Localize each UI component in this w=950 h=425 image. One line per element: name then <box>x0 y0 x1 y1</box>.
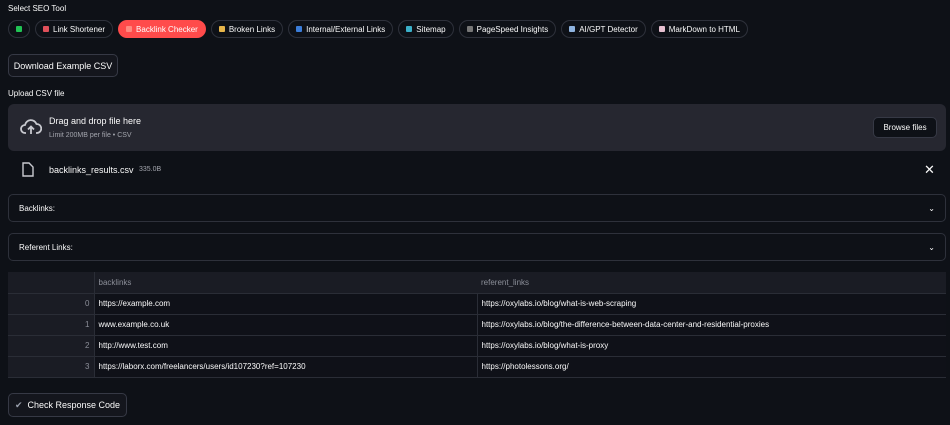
referent-links-expander[interactable]: Referent Links: ⌄ <box>8 233 946 261</box>
tool-pill-label: Link Shortener <box>53 24 106 34</box>
tool-icon <box>406 26 413 32</box>
tool-pill-label: Broken Links <box>228 24 276 34</box>
tool-icon <box>296 26 303 32</box>
tool-icon <box>218 26 225 32</box>
table-row[interactable]: 0 https://example.com https://oxylabs.io/b… <box>8 293 946 315</box>
uploaded-file-size: 335.0B <box>139 166 162 173</box>
tool-select-label: Select SEO Tool <box>8 4 67 13</box>
referent-link-cell[interactable]: https://oxylabs.io/blog/what-is-web-scra… <box>477 293 946 315</box>
checkmark-icon: ✔ <box>14 399 23 410</box>
tool-pill-ai-gpt-detector[interactable]: AI/GPT Detector <box>561 20 646 38</box>
backlinks-cell[interactable]: https://example.com <box>94 293 478 315</box>
check-response-code-button[interactable]: ✔ Check Response Code <box>8 393 127 417</box>
tool-pill-status[interactable] <box>8 20 30 38</box>
file-icon <box>22 162 34 177</box>
tool-pill-sitemap[interactable]: Sitemap <box>398 20 454 38</box>
expander-label: Backlinks: <box>19 203 56 213</box>
upload-label: Upload CSV file <box>8 89 65 98</box>
results-table[interactable]: backlinks referent_links 0 https://exampl… <box>8 272 946 378</box>
column-header-referent-links[interactable]: referent_links <box>477 272 946 294</box>
tool-pills: Link Shortener Backlink Checker Broken Lin… <box>8 20 748 38</box>
index-header <box>8 272 95 294</box>
remove-file-close-icon[interactable]: ✕ <box>924 162 935 178</box>
tool-pill-pagespeed-insights[interactable]: PageSpeed Insights <box>458 20 557 38</box>
table-row[interactable]: 1 www.example.co.uk https://oxylabs.io/blo… <box>8 314 946 336</box>
tool-icon <box>43 26 49 32</box>
uploaded-file-name: backlinks_results.csv <box>49 165 134 175</box>
chevron-down-icon: ⌄ <box>928 242 935 252</box>
table-row[interactable]: 3 https://laborx.com/freelancers/users/id… <box>8 356 946 378</box>
browse-files-button[interactable]: Browse files <box>873 117 937 138</box>
tool-pill-backlink-checker[interactable]: Backlink Checker <box>118 20 206 38</box>
row-index[interactable]: 1 <box>8 314 95 336</box>
tool-pill-internal-external-links[interactable]: Internal/External Links <box>288 20 394 38</box>
backlinks-expander[interactable]: Backlinks: ⌄ <box>8 194 946 222</box>
tool-icon <box>658 26 665 32</box>
row-index[interactable]: 0 <box>8 293 95 315</box>
table-header: backlinks referent_links <box>8 272 946 294</box>
tool-icon <box>126 26 133 32</box>
expander-label: Referent Links: <box>19 242 73 252</box>
table-row[interactable]: 2 http://www.test.com https://oxylabs.io/b… <box>8 335 946 357</box>
row-index[interactable]: 2 <box>8 335 95 357</box>
tool-pill-label: MarkDown to HTML <box>668 24 740 34</box>
backlinks-cell[interactable]: https://laborx.com/freelancers/users/id1… <box>94 356 478 378</box>
check-response-code-label: Check Response Code <box>27 400 121 410</box>
tool-icon <box>569 26 576 32</box>
tool-pill-label: PageSpeed Insights <box>476 24 549 34</box>
row-index[interactable]: 3 <box>8 356 95 378</box>
tool-pill-link-shortener[interactable]: Link Shortener <box>35 20 114 38</box>
tool-pill-label: AI/GPT Detector <box>579 24 638 34</box>
tool-pill-broken-links[interactable]: Broken Links <box>210 20 284 38</box>
tool-pill-label: Backlink Checker <box>136 24 198 34</box>
download-example-csv-button[interactable]: Download Example CSV <box>8 54 118 77</box>
backlinks-cell[interactable]: http://www.test.com <box>94 335 478 357</box>
cloud-upload-icon <box>20 119 42 134</box>
backlinks-cell[interactable]: www.example.co.uk <box>94 314 478 336</box>
chevron-down-icon: ⌄ <box>928 203 935 213</box>
referent-link-cell[interactable]: https://oxylabs.io/blog/what-is-proxy <box>477 335 946 357</box>
column-header-backlinks[interactable]: backlinks <box>94 272 477 294</box>
dropzone-subtitle: Limit 200MB per file • CSV <box>49 132 132 139</box>
dropzone-title: Drag and drop file here <box>49 116 142 126</box>
referent-link-cell[interactable]: https://oxylabs.io/blog/the-difference-b… <box>477 314 946 336</box>
file-dropzone[interactable]: Drag and drop file here Limit 200MB per … <box>8 104 946 151</box>
tool-pill-label: Sitemap <box>416 24 446 34</box>
tool-pill-markdown-to-html[interactable]: MarkDown to HTML <box>650 20 748 38</box>
referent-link-cell[interactable]: https://photolessons.org/ <box>477 356 946 378</box>
tool-icon <box>466 26 473 32</box>
tool-pill-label: Internal/External Links <box>306 24 386 34</box>
tool-icon <box>16 26 22 32</box>
